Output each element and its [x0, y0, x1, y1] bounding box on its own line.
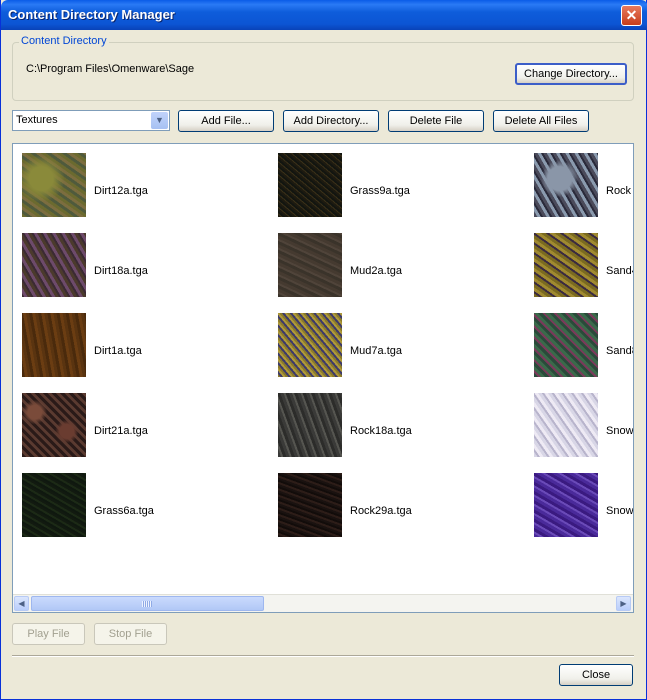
play-file-label: Play File — [27, 628, 70, 640]
category-select[interactable]: Textures ▼ — [12, 110, 170, 131]
file-item[interactable]: Grass9a.tga — [278, 153, 528, 217]
arrow-left-icon[interactable]: ◀ — [14, 596, 29, 611]
texture-thumbnail — [22, 313, 86, 377]
file-name: Snow — [606, 425, 634, 437]
file-item[interactable]: Rock — [534, 153, 633, 217]
file-item[interactable]: Grass6a.tga — [22, 473, 272, 537]
file-name: Snow — [606, 505, 634, 517]
file-item[interactable]: Dirt21a.tga — [22, 393, 272, 457]
file-name: Dirt18a.tga — [94, 265, 148, 277]
texture-thumbnail — [278, 473, 342, 537]
change-directory-label: Change Directory... — [524, 68, 618, 80]
file-item[interactable]: Rock18a.tga — [278, 393, 528, 457]
add-file-button[interactable]: Add File... — [178, 110, 274, 132]
content-directory-manager-window: Content Directory Manager ✕ Content Dire… — [0, 0, 647, 700]
title-bar[interactable]: Content Directory Manager ✕ — [1, 0, 647, 30]
file-item[interactable]: Mud7a.tga — [278, 313, 528, 377]
add-directory-label: Add Directory... — [293, 115, 369, 127]
texture-thumbnail — [22, 153, 86, 217]
scrollbar-thumb[interactable] — [31, 596, 264, 611]
file-item[interactable]: Sand4 — [534, 233, 633, 297]
texture-thumbnail — [22, 473, 86, 537]
change-directory-button[interactable]: Change Directory... — [515, 63, 627, 85]
file-item[interactable]: Rock29a.tga — [278, 473, 528, 537]
file-item[interactable]: Mud2a.tga — [278, 233, 528, 297]
texture-thumbnail — [534, 473, 598, 537]
delete-file-label: Delete File — [409, 115, 463, 127]
delete-all-files-button[interactable]: Delete All Files — [493, 110, 589, 132]
chevron-down-icon[interactable]: ▼ — [151, 112, 168, 129]
file-name: Dirt1a.tga — [94, 345, 142, 357]
file-item[interactable]: Snow — [534, 393, 634, 457]
texture-thumbnail — [278, 233, 342, 297]
texture-thumbnail — [22, 233, 86, 297]
content-directory-group: Content Directory C:\Program Files\Omenw… — [12, 35, 634, 101]
file-name: Mud2a.tga — [350, 265, 402, 277]
file-name: Mud7a.tga — [350, 345, 402, 357]
file-item[interactable]: Dirt18a.tga — [22, 233, 272, 297]
texture-thumbnail — [534, 313, 598, 377]
file-name: Rock18a.tga — [350, 425, 412, 437]
texture-thumbnail — [534, 153, 598, 217]
texture-thumbnail — [534, 233, 598, 297]
directory-path: C:\Program Files\Omenware\Sage — [26, 63, 195, 75]
file-item[interactable]: Dirt1a.tga — [22, 313, 272, 377]
file-name: Grass6a.tga — [94, 505, 154, 517]
delete-file-button[interactable]: Delete File — [388, 110, 484, 132]
texture-thumbnail — [278, 313, 342, 377]
file-list[interactable]: Dirt12a.tga Dirt18a.tga Dirt1a.tga Dirt21a.… — [12, 143, 634, 613]
file-name: Grass9a.tga — [350, 185, 410, 197]
texture-thumbnail — [22, 393, 86, 457]
file-item[interactable]: Snow — [534, 473, 634, 537]
add-file-label: Add File... — [201, 115, 251, 127]
texture-thumbnail — [534, 393, 598, 457]
category-select-value: Textures — [16, 114, 58, 126]
stop-file-label: Stop File — [108, 628, 153, 640]
texture-thumbnail — [278, 153, 342, 217]
file-name: Dirt21a.tga — [94, 425, 148, 437]
add-directory-button[interactable]: Add Directory... — [283, 110, 379, 132]
close-label: Close — [581, 669, 611, 681]
footer-divider — [12, 655, 634, 657]
file-name: Dirt12a.tga — [94, 185, 148, 197]
stop-file-button[interactable]: Stop File — [94, 623, 167, 645]
window-title: Content Directory Manager — [8, 7, 175, 22]
texture-thumbnail — [278, 393, 342, 457]
delete-all-files-label: Delete All Files — [504, 115, 578, 127]
horizontal-scrollbar[interactable]: ◀ ▶ — [13, 594, 633, 612]
close-icon[interactable]: ✕ — [621, 5, 642, 26]
file-name: Sand4 — [606, 265, 633, 277]
close-button[interactable]: Close — [559, 664, 633, 686]
file-name: Rock — [606, 185, 632, 197]
file-name: Rock29a.tga — [350, 505, 412, 517]
play-file-button[interactable]: Play File — [12, 623, 85, 645]
file-item[interactable]: Sand8 — [534, 313, 633, 377]
arrow-right-icon[interactable]: ▶ — [616, 596, 631, 611]
file-item[interactable]: Dirt12a.tga — [22, 153, 272, 217]
file-name: Sand8 — [606, 345, 633, 357]
group-label: Content Directory — [19, 35, 109, 47]
